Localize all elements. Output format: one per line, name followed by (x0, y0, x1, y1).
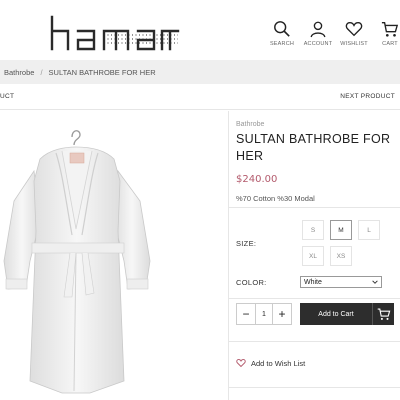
add-to-wishlist-label: Add to Wish List (251, 358, 306, 368)
user-icon (310, 21, 326, 38)
add-to-cart-button[interactable]: Add to Cart (300, 303, 394, 325)
header-nav: SEARCH ACCOUNT WISHLIST CART (264, 20, 400, 47)
cart-link[interactable]: CART (372, 20, 400, 47)
next-product-link[interactable]: NEXT PRODUCT (340, 93, 395, 100)
wishlist-label: WISHLIST (340, 41, 368, 47)
chevron-down-icon (372, 280, 378, 284)
divider (228, 387, 400, 388)
size-option-xs[interactable]: XS (330, 246, 352, 266)
product-material: %70 Cotton %30 Modal (236, 194, 315, 203)
previous-product-link[interactable]: UCT (0, 93, 14, 100)
breadcrumb-item-bathrobe[interactable]: Bathrobe (4, 68, 34, 77)
size-option-xl[interactable]: XL (302, 246, 324, 266)
divider (228, 298, 400, 299)
column-divider (228, 111, 229, 400)
size-label: SIZE: (236, 239, 257, 248)
breadcrumb-separator: / (40, 67, 43, 77)
bathrobe-image (3, 130, 151, 394)
search-label: SEARCH (269, 41, 295, 47)
site-header: SEARCH ACCOUNT WISHLIST CART (0, 0, 400, 60)
size-option-l[interactable]: L (358, 220, 380, 240)
product-title: SULTAN BATHROBE FOR HER (236, 132, 391, 163)
size-option-m[interactable]: M (330, 220, 352, 240)
product-image[interactable] (0, 111, 228, 400)
brand-logo[interactable] (50, 13, 180, 53)
cart-icon (372, 303, 394, 325)
product-price: $240.00 (236, 174, 278, 185)
divider (228, 207, 400, 208)
increase-quantity-button[interactable]: + (273, 304, 291, 324)
breadcrumb-item-current: SULTAN BATHROBE FOR HER (48, 67, 156, 77)
product-pager: UCT NEXT PRODUCT (0, 84, 400, 110)
color-select[interactable]: White (300, 276, 382, 288)
cart-icon (381, 22, 399, 37)
cart-label: CART (382, 41, 398, 47)
color-select-value: White (304, 278, 322, 286)
add-to-cart-label: Add to Cart (318, 310, 354, 318)
wishlist-link[interactable]: WISHLIST (336, 20, 372, 47)
add-to-wishlist-link[interactable]: Add to Wish List (236, 358, 305, 368)
heart-icon (345, 22, 363, 37)
quantity-stepper: − 1 + (236, 303, 292, 325)
search-link[interactable]: SEARCH (264, 20, 300, 47)
color-label: COLOR: (236, 278, 267, 287)
divider (228, 341, 400, 342)
product-category[interactable]: Bathrobe (236, 121, 264, 128)
decrease-quantity-button[interactable]: − (237, 304, 255, 324)
account-link[interactable]: ACCOUNT (300, 20, 336, 47)
size-option-s[interactable]: S (302, 220, 324, 240)
quantity-input[interactable]: 1 (255, 304, 273, 324)
search-icon (274, 21, 290, 37)
heart-icon (236, 359, 246, 368)
account-label: ACCOUNT (303, 41, 333, 47)
breadcrumb: Bathrobe / SULTAN BATHROBE FOR HER (0, 60, 400, 84)
